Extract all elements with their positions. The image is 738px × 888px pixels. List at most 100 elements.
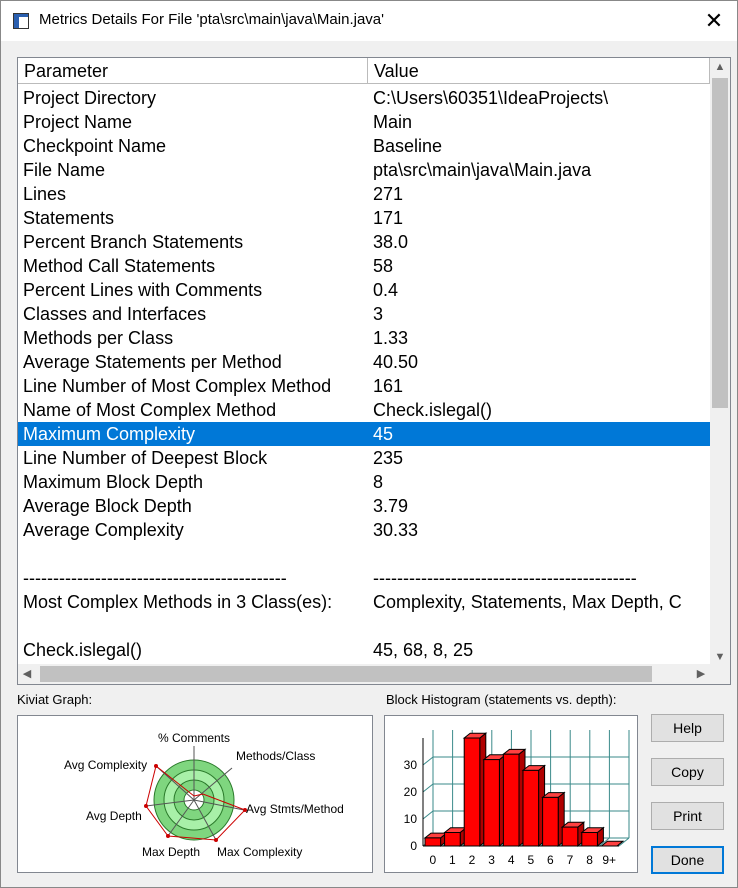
table-row[interactable]: Average Complexity 30.33 [18, 518, 710, 542]
histogram-bar [521, 764, 547, 848]
help-button[interactable]: Help [651, 714, 724, 742]
table-row[interactable]: Checkpoint Name Baseline [18, 134, 710, 158]
parameter-cell: Classes and Interfaces [23, 304, 207, 324]
table-row[interactable]: Statements 171 [18, 206, 710, 230]
value-cell: ----------------------------------------… [373, 568, 637, 588]
table-row[interactable]: Check.islegal() 45, 68, 8, 25 [18, 638, 710, 662]
value-cell: Main [373, 112, 413, 132]
value-cell: 45 [373, 424, 394, 444]
copy-button[interactable]: Copy [651, 758, 724, 786]
scroll-up-arrow-icon[interactable]: ▲ [710, 58, 730, 76]
histogram-bar [560, 821, 586, 848]
parameter-cell: Checkpoint Name [23, 136, 167, 156]
histogram-bar [423, 832, 449, 848]
kiviat-axis-label: Methods/Class [236, 749, 315, 763]
value-cell: 235 [373, 448, 404, 468]
value-cell: 0.4 [373, 280, 399, 300]
x-tick-label: 6 [547, 853, 554, 867]
parameter-cell: Maximum Complexity [23, 424, 196, 444]
table-row[interactable]: File Name pta\src\main\java\Main.java [18, 158, 710, 182]
vertical-scroll-thumb[interactable] [712, 78, 728, 408]
y-tick-label: 0 [410, 839, 417, 853]
app-icon [13, 13, 29, 29]
histogram-bar [482, 753, 507, 848]
table-row[interactable]: Maximum Block Depth 8 [18, 470, 710, 494]
parameter-cell: Average Block Depth [23, 496, 192, 516]
scroll-left-arrow-icon[interactable]: ◀ [18, 664, 36, 684]
table-row[interactable]: Name of Most Complex Method Check.islegal… [18, 398, 710, 422]
y-tick-label: 20 [404, 785, 418, 799]
value-cell: Check.islegal() [373, 400, 493, 420]
scroll-corner [710, 664, 730, 684]
value-cell: 161 [373, 376, 404, 396]
parameter-cell: Line Number of Deepest Block [23, 448, 268, 468]
table-row[interactable]: Percent Lines with Comments 0.4 [18, 278, 710, 302]
kiviat-svg: % Comments Methods/Class Avg Stmts/Metho… [64, 731, 344, 859]
value-cell: 38.0 [373, 232, 409, 252]
title-bar: Metrics Details For File 'pta\src\main\j… [1, 1, 737, 41]
x-tick-label: 0 [429, 853, 436, 867]
kiviat-axis-label: Max Complexity [217, 845, 302, 859]
column-header-parameter[interactable]: Parameter [18, 58, 368, 84]
value-cell: 3.79 [373, 496, 409, 516]
horizontal-scroll-thumb[interactable] [40, 666, 652, 682]
block-histogram: 0 10 20 30 0 1 2 3 4 5 6 7 8 9+ [384, 715, 638, 873]
parameter-cell: Check.islegal() [23, 640, 143, 660]
parameter-cell: Statements [23, 208, 115, 228]
x-tick-label: 9+ [602, 853, 616, 867]
table-row[interactable] [18, 542, 710, 566]
table-row[interactable]: Average Statements per Method 40.50 [18, 350, 710, 374]
table-row[interactable]: Method Call Statements 58 [18, 254, 710, 278]
table-row[interactable]: Line Number of Most Complex Method 161 [18, 374, 710, 398]
x-tick-label: 7 [567, 853, 574, 867]
histogram-bar [462, 732, 488, 848]
scroll-right-arrow-icon[interactable]: ▶ [692, 664, 710, 684]
table-row[interactable]: Percent Branch Statements 38.0 [18, 230, 710, 254]
parameter-cell: Average Complexity [23, 520, 184, 540]
parameter-cell: File Name [23, 160, 106, 180]
kiviat-label: Kiviat Graph: [17, 692, 93, 707]
table-row[interactable]: Most Complex Methods in 3 Class(es): Comp… [18, 590, 710, 614]
value-cell: 58 [373, 256, 394, 276]
value-cell: 1.33 [373, 328, 409, 348]
value-cell: Baseline [373, 136, 443, 156]
print-button[interactable]: Print [651, 802, 724, 830]
histogram-bar [541, 791, 566, 848]
table-row[interactable]: ----------------------------------------… [18, 566, 710, 590]
metrics-dialog: Metrics Details For File 'pta\src\main\j… [0, 0, 738, 888]
vertical-scrollbar[interactable]: ▲ ▼ [710, 58, 730, 666]
histogram-svg: 01020300 1 2 3 4 5 6 7 8 9+ [404, 730, 630, 867]
done-button[interactable]: Done [651, 846, 724, 874]
table-row[interactable]: Classes and Interfaces 3 [18, 302, 710, 326]
close-icon[interactable]: ✕ [691, 1, 737, 41]
kiviat-axis-label: Max Depth [142, 845, 200, 859]
y-tick-label: 30 [404, 758, 418, 772]
histogram-bar [443, 826, 468, 848]
histogram-bar [580, 826, 605, 848]
horizontal-scrollbar[interactable]: ◀ ▶ [18, 664, 710, 684]
table-row[interactable]: Methods per Class 1.33 [18, 326, 710, 350]
parameter-cell: Method Call Statements [23, 256, 216, 276]
parameter-cell: Project Directory [23, 88, 157, 108]
value-cell: 40.50 [373, 352, 419, 372]
x-tick-label: 4 [508, 853, 515, 867]
histogram-bar [501, 748, 527, 848]
parameter-cell: Maximum Block Depth [23, 472, 204, 492]
value-cell: 30.33 [373, 520, 419, 540]
table-row[interactable]: Line Number of Deepest Block 235 [18, 446, 710, 470]
table-row[interactable]: Project Name Main [18, 110, 710, 134]
x-tick-label: 1 [449, 853, 456, 867]
metrics-list[interactable]: Parameter Value Project Directory C:\User… [17, 57, 731, 685]
table-row[interactable]: Maximum Complexity 45 [18, 422, 710, 446]
table-row[interactable] [18, 614, 710, 638]
kiviat-axis-label: Avg Depth [86, 809, 142, 823]
table-row[interactable]: Lines 271 [18, 182, 710, 206]
parameter-cell: Lines [23, 184, 67, 204]
column-header-value[interactable]: Value [368, 58, 710, 84]
value-cell: C:\Users\60351\IdeaProjects\ [373, 88, 609, 108]
table-row[interactable]: Project Directory C:\Users\60351\IdeaProj… [18, 86, 710, 110]
value-cell: Complexity, Statements, Max Depth, C [373, 592, 682, 612]
table-row[interactable]: Average Block Depth 3.79 [18, 494, 710, 518]
x-tick-label: 5 [527, 853, 534, 867]
value-cell: 171 [373, 208, 404, 228]
